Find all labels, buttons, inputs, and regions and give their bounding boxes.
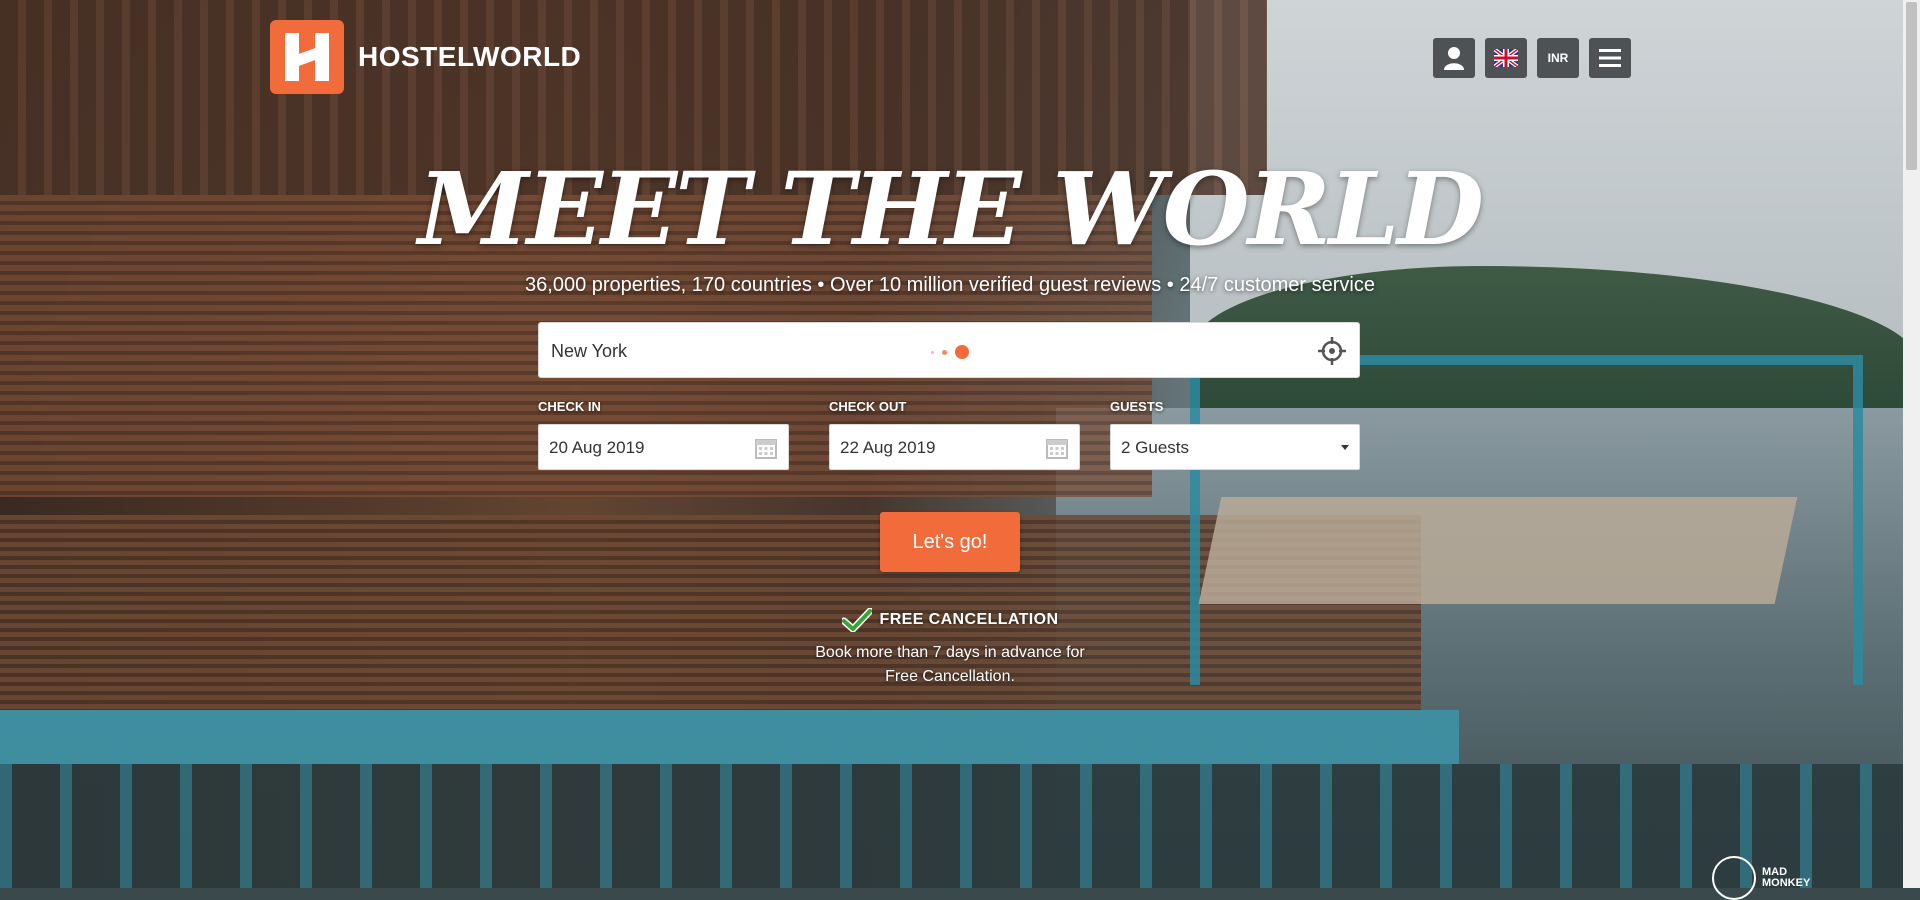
brand-name: HOSTELWORLD [358,41,582,72]
calendar-icon [755,439,777,459]
uk-flag-icon [1494,49,1518,67]
free-cancellation-title: FREE CANCELLATION [879,611,1059,628]
free-cancellation-body: Book more than 7 days in advance for Fre… [815,644,1085,685]
language-button[interactable] [1485,38,1527,78]
guests-select[interactable]: 2 Guests [1110,424,1360,470]
chevron-down-icon [1341,445,1349,450]
header-actions: INR [1433,38,1631,78]
search-submit-button[interactable]: Let's go! [880,512,1020,572]
brand-logo[interactable]: HOSTELWORLD [270,20,581,94]
menu-button[interactable] [1589,38,1631,78]
destination-input[interactable] [549,323,1273,379]
currency-button[interactable]: INR [1537,38,1579,78]
check-in-field[interactable]: 20 Aug 2019 [538,424,789,470]
free-cancellation-notice: FREE CANCELLATION Book more than 7 days … [0,608,1900,689]
checkmark-icon [841,608,872,632]
monkey-icon [1712,856,1756,900]
check-out-field[interactable]: 22 Aug 2019 [829,424,1080,470]
user-icon [1444,47,1464,70]
hostelworld-logo-icon [270,20,344,94]
check-in-value: 20 Aug 2019 [549,438,645,457]
partner-name-line2: MONKEY [1762,877,1811,889]
account-button[interactable] [1433,38,1475,78]
calendar-icon [1046,439,1068,459]
guests-value: 2 Guests [1121,438,1190,457]
hero-tagline: 36,000 properties, 170 countries • Over … [525,274,1375,296]
check-out-value: 22 Aug 2019 [840,438,936,457]
destination-search [538,322,1360,379]
loading-spinner [931,345,969,359]
scrollbar-thumb[interactable] [1906,2,1917,170]
check-in-label: CHECK IN [538,399,601,414]
partner-logo: MAD MONKEY [1712,856,1810,900]
hamburger-menu-icon [1599,49,1621,67]
crosshair-icon[interactable] [1317,336,1347,366]
check-out-label: CHECK OUT [829,399,907,414]
guests-label: GUESTS [1110,399,1164,414]
page-scrollbar[interactable] [1903,0,1920,888]
hero-title: MEET THE WORLD [418,150,1484,268]
